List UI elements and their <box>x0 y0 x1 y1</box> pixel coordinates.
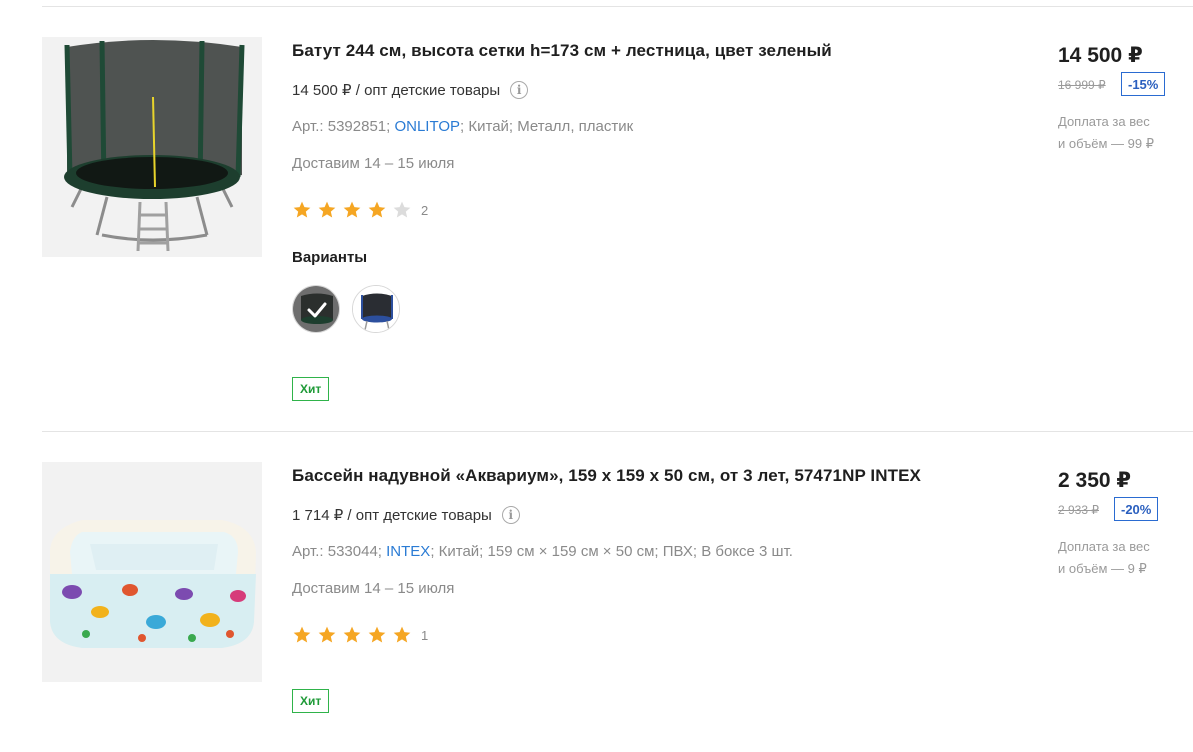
surcharge-line: Доплата за вес <box>1058 539 1150 554</box>
star-icon <box>318 201 336 218</box>
delivery-date: Доставим 14 – 15 июля <box>292 155 455 172</box>
variant-swatch-blue[interactable] <box>352 285 400 333</box>
variants-title: Варианты <box>292 249 368 266</box>
wholesale-price-text: 14 500 ₽ / опт детские товары <box>292 82 501 99</box>
star-empty-icon <box>393 201 411 218</box>
rating[interactable]: 2 <box>292 200 428 220</box>
top-divider <box>42 6 1193 7</box>
attributes-text: ; Китай; Металл, пластик <box>460 118 634 135</box>
discount-badge: -15% <box>1121 72 1166 96</box>
rating[interactable]: 1 <box>292 625 428 645</box>
star-icon <box>318 626 336 643</box>
surcharge-line: и объём — 99 ₽ <box>1058 136 1154 151</box>
hit-badge: Хит <box>292 689 330 713</box>
wholesale-price: 14 500 ₽ / опт детские товары i <box>292 81 529 99</box>
discount-badge: -20% <box>1114 497 1159 521</box>
old-price: 16 999 ₽ <box>1058 78 1106 92</box>
star-icon <box>343 626 361 643</box>
info-icon[interactable]: i <box>510 81 529 99</box>
product-image[interactable] <box>42 37 262 257</box>
old-price: 2 933 ₽ <box>1058 503 1099 517</box>
surcharge-line: Доплата за вес <box>1058 114 1150 129</box>
wholesale-price-text: 1 714 ₽ / опт детские товары <box>292 507 492 524</box>
product-card: Бассейн надувной «Аквариум», 159 х 159 х… <box>0 462 1193 752</box>
weight-surcharge: Доплата за вес и объём — 9 ₽ <box>1058 536 1188 580</box>
price: 2 350 ₽ <box>1058 469 1131 492</box>
article-text: Арт.: 5392851; <box>292 118 395 135</box>
article-text: Арт.: 533044; <box>292 543 387 560</box>
star-icon <box>368 626 386 643</box>
brand-link[interactable]: INTEX <box>386 543 430 560</box>
product-image[interactable] <box>42 462 262 682</box>
star-icon <box>293 201 311 218</box>
product-title[interactable]: Батут 244 см, высота сетки h=173 см + ле… <box>292 41 832 61</box>
wholesale-price: 1 714 ₽ / опт детские товары i <box>292 506 520 524</box>
info-icon[interactable]: i <box>501 506 520 524</box>
product-attributes: Арт.: 533044; INTEX; Китай; 159 см × 159… <box>292 543 793 560</box>
attributes-text: ; Китай; 159 см × 159 см × 50 см; ПВХ; В… <box>430 543 793 560</box>
star-icon <box>393 626 411 643</box>
product-attributes: Арт.: 5392851; ONLITOP; Китай; Металл, п… <box>292 118 633 135</box>
brand-link[interactable]: ONLITOP <box>394 118 460 135</box>
product-divider <box>42 431 1193 432</box>
price: 14 500 ₽ <box>1058 44 1143 67</box>
weight-surcharge: Доплата за вес и объём — 99 ₽ <box>1058 111 1188 155</box>
star-icon <box>343 201 361 218</box>
star-icon <box>293 626 311 643</box>
hit-badge: Хит <box>292 377 330 401</box>
product-title[interactable]: Бассейн надувной «Аквариум», 159 х 159 х… <box>292 466 921 486</box>
variant-swatch-green[interactable] <box>292 285 340 333</box>
review-count[interactable]: 1 <box>421 628 428 643</box>
star-icon <box>368 201 386 218</box>
surcharge-line: и объём — 9 ₽ <box>1058 561 1147 576</box>
product-card: Батут 244 см, высота сетки h=173 см + ле… <box>0 37 1193 401</box>
delivery-date: Доставим 14 – 15 июля <box>292 580 455 597</box>
review-count[interactable]: 2 <box>421 203 428 218</box>
